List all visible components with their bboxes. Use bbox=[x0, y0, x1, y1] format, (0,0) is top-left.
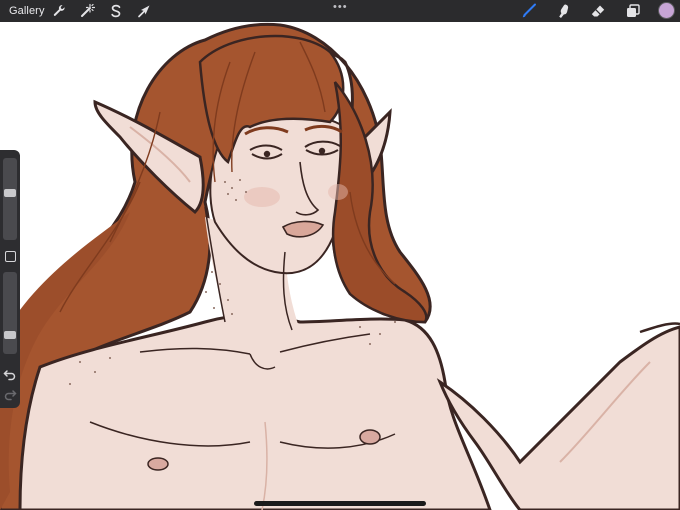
top-toolbar: Gallery ••• bbox=[0, 0, 680, 22]
opacity-thumb[interactable] bbox=[4, 331, 16, 339]
brush-size-slider[interactable] bbox=[3, 158, 17, 240]
magic-wand-icon[interactable] bbox=[79, 3, 95, 19]
color-picker-swatch[interactable] bbox=[659, 3, 674, 18]
elf-portrait-illustration bbox=[0, 22, 680, 510]
more-options-button[interactable]: ••• bbox=[333, 1, 348, 13]
redo-arrow-icon[interactable] bbox=[3, 387, 17, 401]
undo-arrow-icon[interactable] bbox=[3, 367, 17, 381]
brush-size-thumb[interactable] bbox=[4, 189, 16, 197]
wrench-icon[interactable] bbox=[51, 3, 67, 19]
brush-icon[interactable] bbox=[521, 3, 537, 19]
eraser-icon[interactable] bbox=[590, 3, 606, 19]
square-modifier-icon[interactable] bbox=[5, 251, 16, 262]
opacity-slider[interactable] bbox=[3, 272, 17, 354]
layers-icon[interactable] bbox=[625, 3, 641, 19]
selection-s-icon[interactable] bbox=[108, 3, 124, 19]
gallery-button[interactable]: Gallery bbox=[9, 5, 45, 17]
smudge-icon[interactable] bbox=[556, 3, 572, 19]
drawing-canvas[interactable] bbox=[0, 22, 680, 510]
home-indicator[interactable] bbox=[254, 501, 426, 506]
transform-arrow-icon[interactable] bbox=[136, 3, 152, 19]
brush-sidebar bbox=[0, 150, 20, 408]
